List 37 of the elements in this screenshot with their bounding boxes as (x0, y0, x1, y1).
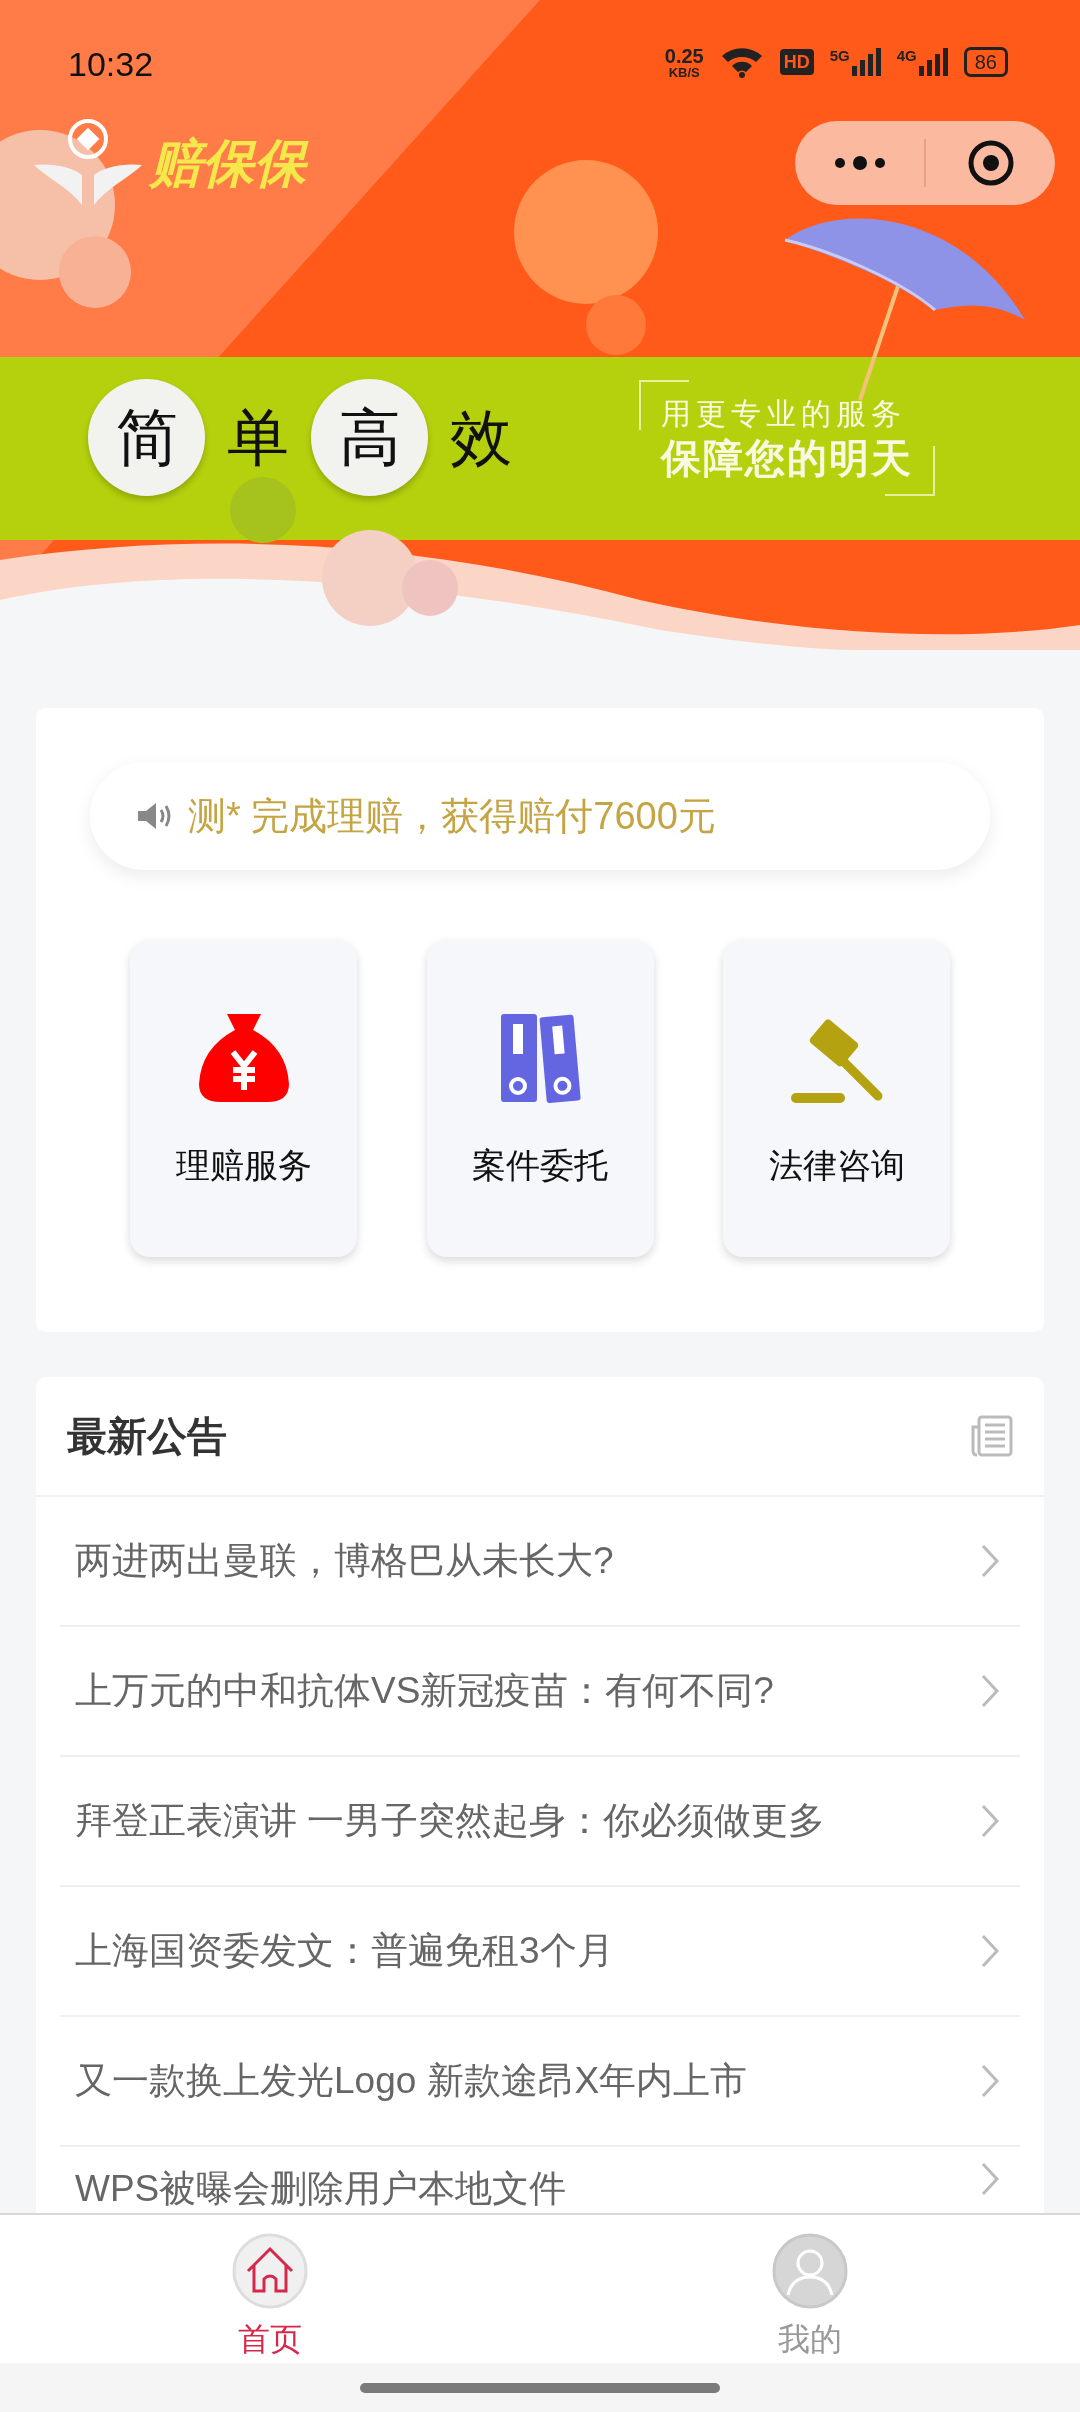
service-tile[interactable]: 理赔服务 (130, 940, 357, 1257)
corner-bracket (639, 379, 689, 430)
service-tile[interactable]: 案件委托 (426, 940, 654, 1257)
service-tile[interactable]: 法律咨询 (723, 940, 950, 1257)
chevron-right-icon (980, 1673, 1000, 1709)
notice-text: 测* 完成理赔，获得赔付7600元 (188, 793, 716, 839)
announcement-link[interactable]: 上万元的中和抗体VS新冠疫苗：有何不同? (75, 1663, 774, 1719)
section-title: 最新公告 (67, 1413, 227, 1460)
status-time: 10:32 (68, 43, 154, 85)
more-icon (833, 156, 886, 170)
announcement-link[interactable]: WPS被曝会删除用户本地文件 (75, 2161, 567, 2217)
signal-indicator: 5G (829, 48, 881, 76)
announcement-link[interactable]: 拜登正表演讲 一男子突然起身：你必须做更多 (75, 1793, 826, 1849)
binders-icon (499, 1012, 581, 1104)
slogan-char: 单 (226, 402, 290, 474)
announcement-link[interactable]: 又一款换上发光Logo 新款途昂X年内上市 (75, 2053, 748, 2109)
tagline-text: 保障您的明天 (661, 434, 913, 482)
chevron-right-icon (980, 1543, 1000, 1579)
money-bag-icon (196, 1012, 291, 1104)
hd-badge: HD (779, 49, 814, 75)
announcement-link[interactable]: 上海国资委发文：普遍免租3个月 (75, 1923, 614, 1979)
chevron-right-icon (980, 2063, 1000, 2099)
tagline-text: 用更专业的服务 (661, 395, 907, 432)
bubble (230, 477, 296, 543)
home-icon (232, 2233, 308, 2309)
target-icon (966, 139, 1015, 187)
user-icon (772, 2233, 848, 2309)
announcement-link[interactable]: 两进两出曼联，博格巴从未长大? (75, 1533, 614, 1589)
signal-indicator: 4G (896, 48, 948, 76)
chevron-right-icon (980, 1803, 1000, 1839)
chevron-right-icon (980, 2161, 1000, 2197)
slogan-char: 效 (449, 402, 513, 474)
newspaper-icon (971, 1415, 1013, 1457)
chevron-right-icon (980, 1933, 1000, 1969)
network-speed: 0.25 KB/S (664, 45, 704, 79)
battery-indicator: 86 (963, 47, 1008, 77)
tab[interactable]: 首页 (0, 2215, 540, 2363)
